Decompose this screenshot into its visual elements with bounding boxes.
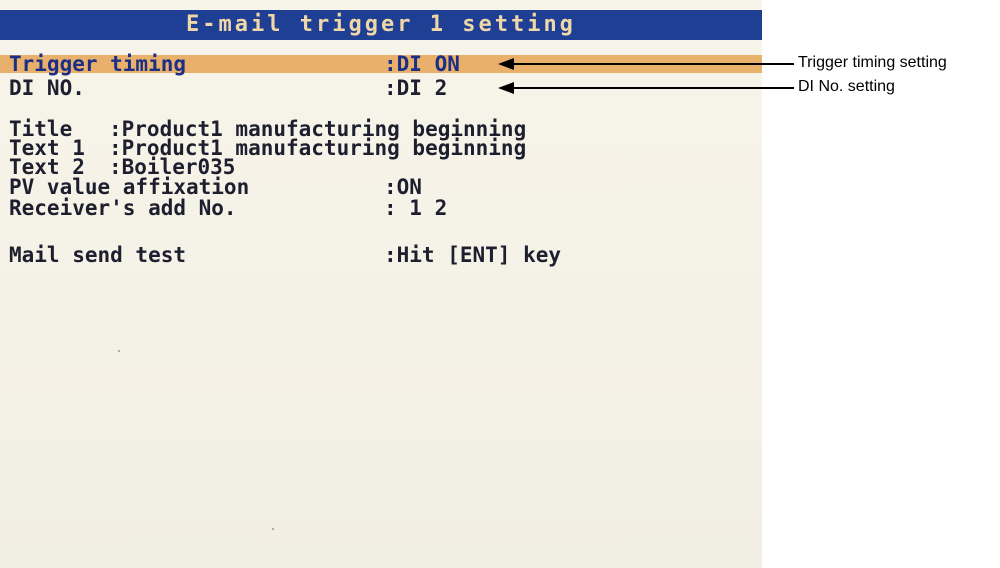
screen-speck	[118, 350, 120, 352]
receiver-value[interactable]: : 1 2	[384, 196, 447, 220]
receiver-row[interactable]: Receiver's add No. : 1 2	[9, 196, 754, 220]
mail-test-label: Mail send test	[9, 243, 187, 267]
trigger-timing-label: Trigger timing	[9, 52, 187, 76]
trigger-timing-leader-line	[512, 63, 794, 65]
title-bar: E-mail trigger 1 setting	[0, 10, 762, 40]
mail-test-value[interactable]: :Hit [ENT] key	[384, 243, 561, 267]
mail-test-row[interactable]: Mail send test :Hit [ENT] key	[9, 243, 754, 267]
di-no-label: DI NO.	[9, 76, 85, 100]
receiver-label: Receiver's add No.	[9, 196, 237, 220]
screen-speck	[272, 528, 274, 530]
trigger-timing-setting-label: Trigger timing setting	[798, 54, 947, 71]
di-no-leader-line	[512, 87, 794, 89]
device-screen: E-mail trigger 1 setting Trigger timing …	[0, 0, 762, 568]
di-no-value[interactable]: :DI 2	[384, 76, 447, 100]
di-no-setting-label: DI No. setting	[798, 78, 895, 95]
trigger-timing-value[interactable]: :DI ON	[384, 52, 460, 76]
screen-title: E-mail trigger 1 setting	[186, 12, 576, 37]
